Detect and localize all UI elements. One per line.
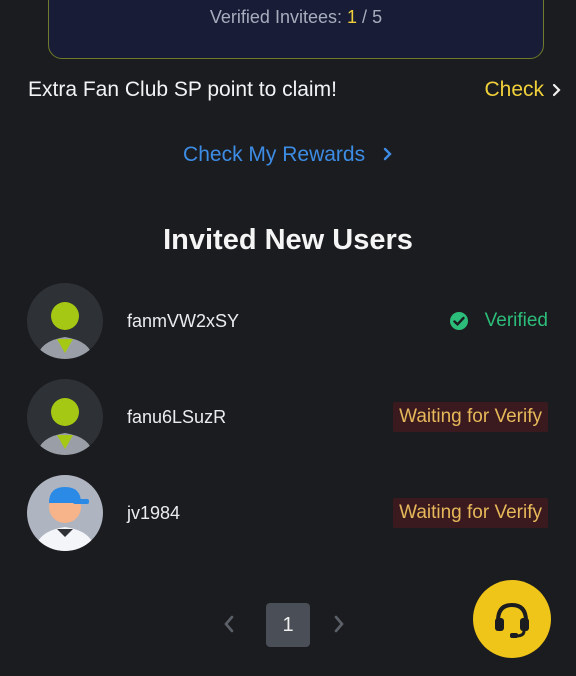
verified-invitees-label: Verified Invitees: <box>209 7 342 27</box>
chevron-right-icon <box>383 148 392 161</box>
invite-summary-card: Verified Invitees: 1 / 5 <box>48 0 544 59</box>
status-waiting-badge: Waiting for Verify <box>393 498 548 528</box>
count-separator: / <box>362 7 368 27</box>
section-title: Invited New Users <box>163 224 413 256</box>
check-label: Check <box>484 78 544 101</box>
previous-page-button[interactable] <box>222 613 236 640</box>
cap-user-avatar <box>27 475 103 551</box>
default-user-icon <box>27 283 103 359</box>
user-row: jv1984 Waiting for Verify <box>27 474 548 552</box>
status-waiting-badge: Waiting for Verify <box>393 402 548 432</box>
next-page-button[interactable] <box>332 613 346 640</box>
current-page-button[interactable]: 1 <box>266 603 310 647</box>
status-label: Verified <box>484 310 548 331</box>
check-button[interactable]: Check <box>484 78 562 102</box>
user-name: jv1984 <box>127 502 181 523</box>
default-user-icon <box>27 379 103 455</box>
user-name: fanmVW2xSY <box>127 310 240 331</box>
user-name: fanu6LSuzR <box>127 406 227 427</box>
check-my-rewards-link[interactable]: Check My Rewards <box>0 143 576 167</box>
status-verified: Verified <box>449 310 548 332</box>
customer-support-button[interactable] <box>473 580 551 658</box>
chevron-right-icon <box>552 83 561 97</box>
rewards-link-label: Check My Rewards <box>183 143 366 167</box>
headset-icon <box>495 602 529 638</box>
check-circle-icon <box>449 312 468 330</box>
chevron-right-icon <box>334 615 344 633</box>
claim-text: Extra Fan Club SP point to claim! <box>28 78 337 101</box>
user-row: fanu6LSuzR Waiting for Verify <box>27 378 548 456</box>
user-row: fanmVW2xSY Verified <box>27 282 548 360</box>
chevron-left-icon <box>224 615 234 633</box>
total-invitees: 5 <box>372 7 383 27</box>
verified-count: 1 <box>347 7 358 27</box>
verified-invitees-line: Verified Invitees: 1 / 5 <box>49 7 543 28</box>
